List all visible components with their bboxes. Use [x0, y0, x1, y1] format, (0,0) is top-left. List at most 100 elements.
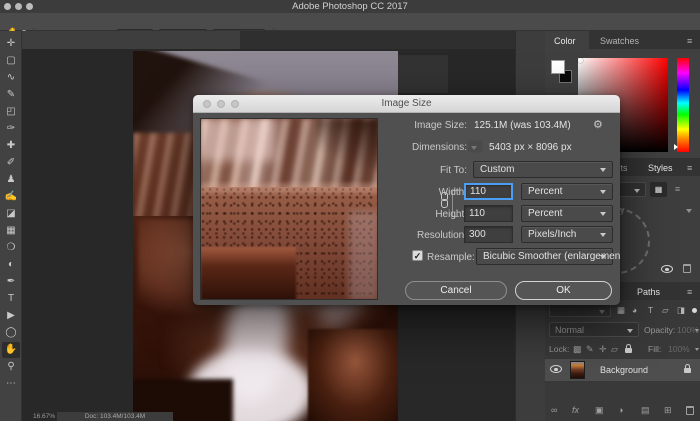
smart-object-filter-icon[interactable]: ◨	[677, 305, 685, 316]
dimensions-value: 5403 px × 8096 px	[489, 142, 572, 153]
pixel-layers-filter-icon[interactable]: ▦	[617, 305, 625, 316]
height-unit-dropdown[interactable]: Percent	[521, 205, 613, 222]
path-selection-tool[interactable]: ▶	[2, 308, 20, 324]
gradient-tool[interactable]: ▦	[2, 223, 20, 239]
panel-foreground-color-swatch[interactable]	[551, 60, 565, 74]
hand-tool[interactable]: ✋	[2, 342, 20, 358]
layer-mask-icon[interactable]: ▣	[595, 405, 604, 416]
lock-paint-icon[interactable]: ✎	[586, 344, 594, 355]
eraser-tool[interactable]: ◪	[2, 206, 20, 222]
shape-layers-filter-icon[interactable]: ▱	[662, 305, 669, 316]
link-layers-icon[interactable]: ∞	[551, 405, 557, 415]
blend-mode-dropdown[interactable]: Normal	[549, 322, 639, 337]
resolution-input[interactable]: 300	[464, 226, 513, 243]
dialog-title: Image Size	[193, 98, 620, 109]
shape-tool[interactable]: ◯	[2, 325, 20, 341]
image-size-label: Image Size:	[293, 120, 467, 131]
tab-swatches[interactable]: Swatches	[600, 36, 639, 46]
hue-slider-marker[interactable]	[674, 144, 678, 150]
options-bar: ✋ Scroll All Windows 100% Fit Screen Fil…	[0, 13, 700, 31]
layer-thumbnail[interactable]	[570, 361, 585, 379]
background-panel-remnant	[398, 55, 448, 93]
color-panel-header: Color Swatches ≡	[545, 31, 700, 49]
lock-move-icon[interactable]: ✛	[599, 344, 607, 355]
history-brush-tool[interactable]: ✍	[2, 189, 20, 205]
fill-chevron-icon[interactable]	[695, 348, 699, 351]
app-title: Adobe Photoshop CC 2017	[0, 1, 700, 12]
type-layers-filter-icon[interactable]: T	[648, 305, 653, 315]
fill-value[interactable]: 100%	[668, 344, 690, 354]
fit-to-dropdown[interactable]: Custom	[473, 161, 613, 178]
document-tab[interactable]: × YanZhang-Image1.psb @ 16.7% (RGB/8*)	[22, 31, 240, 49]
link-dimensions-icon[interactable]	[441, 199, 448, 208]
ok-button[interactable]: OK	[515, 281, 612, 300]
blur-tool[interactable]: ❍	[2, 240, 20, 256]
panel-menu-icon[interactable]: ≡	[687, 287, 692, 297]
filter-toggle-icon[interactable]	[692, 308, 697, 313]
width-unit-dropdown[interactable]: Percent	[521, 183, 613, 200]
more-tools-icon[interactable]: ⋯	[2, 376, 20, 392]
tab-styles[interactable]: Styles	[648, 163, 673, 173]
resample-checkbox[interactable]: ✓	[412, 250, 423, 261]
layer-effects-icon[interactable]: fx	[572, 405, 579, 415]
menu-bar: Adobe Photoshop CC 2017	[0, 0, 700, 13]
adjustment-layers-filter-icon[interactable]: ◕	[632, 305, 637, 315]
dimensions-unit-dropdown[interactable]	[468, 140, 483, 153]
dodge-tool[interactable]: ◐	[2, 257, 20, 273]
dialog-title-bar[interactable]: Image Size	[193, 95, 620, 113]
crop-tool[interactable]: ◰	[2, 104, 20, 120]
gear-icon[interactable]: ⚙	[593, 118, 603, 131]
resolution-unit-dropdown[interactable]: Pixels/Inch	[521, 226, 613, 243]
delete-trash-icon[interactable]	[683, 264, 691, 273]
photoshop-window: Adobe Photoshop CC 2017 ✋ Scroll All Win…	[0, 0, 700, 421]
width-input[interactable]: 110	[464, 183, 513, 200]
dimensions-label: Dimensions:	[293, 142, 467, 153]
layer-name[interactable]: Background	[600, 365, 648, 375]
lock-artboard-icon[interactable]: ▱	[611, 344, 618, 355]
layer-filter-kind-dropdown[interactable]	[549, 304, 611, 317]
grid-view-button[interactable]: ▦	[650, 182, 667, 197]
layer-visibility-eye-icon[interactable]	[550, 365, 562, 373]
lasso-tool[interactable]: ∿	[2, 70, 20, 86]
tab-paths[interactable]: Paths	[637, 287, 660, 297]
brush-tool[interactable]: ✐	[2, 155, 20, 171]
color-field-marker[interactable]	[578, 58, 583, 63]
eyedropper-tool[interactable]: ✑	[2, 121, 20, 137]
resolution-label: Resolution:	[293, 230, 467, 241]
height-label: Height:	[293, 209, 467, 220]
list-view-button[interactable]: ≡	[669, 182, 686, 197]
new-adjustment-layer-icon[interactable]: ◑	[618, 405, 623, 415]
lock-transparency-icon[interactable]: ▩	[573, 344, 582, 355]
healing-brush-tool[interactable]: ✚	[2, 138, 20, 154]
move-tool[interactable]: ✛	[2, 36, 20, 52]
quick-selection-tool[interactable]: ✎	[2, 87, 20, 103]
fit-to-label: Fit To:	[293, 165, 467, 176]
status-doc-size[interactable]: Doc: 103.4M/103.4M	[57, 412, 173, 421]
opacity-chevron-icon[interactable]	[695, 329, 699, 332]
library-chevron-icon[interactable]	[686, 209, 692, 213]
lock-all-icon[interactable]	[625, 348, 632, 353]
pen-tool[interactable]: ✒	[2, 274, 20, 290]
marquee-tool[interactable]: ▢	[2, 53, 20, 69]
resample-label: Resample:	[427, 252, 475, 263]
fill-label: Fill:	[648, 344, 661, 354]
height-input[interactable]: 110	[464, 205, 513, 222]
visibility-eye-icon[interactable]	[661, 265, 673, 273]
cancel-button[interactable]: Cancel	[405, 281, 507, 300]
delete-layer-icon[interactable]	[686, 406, 694, 415]
new-layer-icon[interactable]: ⊞	[664, 405, 672, 416]
lock-label: Lock:	[549, 344, 569, 354]
status-zoom-level[interactable]: 16.67%	[33, 413, 55, 420]
hue-slider[interactable]	[677, 58, 689, 152]
clone-stamp-tool[interactable]: ♟	[2, 172, 20, 188]
opacity-label: Opacity:	[644, 325, 675, 335]
background-lock-icon	[684, 368, 691, 373]
tab-color[interactable]: Color	[554, 36, 576, 46]
type-tool[interactable]: T	[2, 291, 20, 307]
layer-group-icon[interactable]: ▤	[641, 405, 650, 416]
image-size-dialog: Image Size Image Size: 125.1M (was 103.4…	[193, 95, 620, 305]
resample-dropdown[interactable]: Bicubic Smoother (enlargement)	[476, 248, 613, 265]
zoom-tool[interactable]: ⚲	[2, 359, 20, 375]
panel-menu-icon[interactable]: ≡	[687, 36, 692, 46]
panel-menu-icon[interactable]: ≡	[687, 163, 692, 173]
